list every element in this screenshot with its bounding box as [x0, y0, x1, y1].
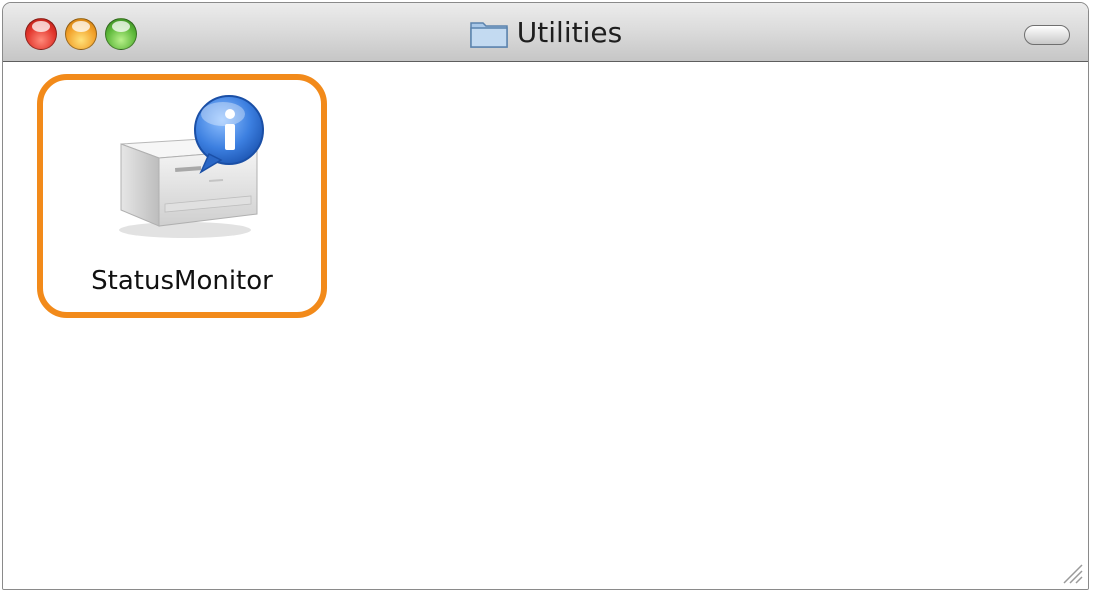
folder-icon	[469, 17, 509, 49]
resize-grip-icon[interactable]	[1056, 557, 1084, 585]
toolbar-toggle-button[interactable]	[1024, 25, 1070, 45]
file-item-statusmonitor[interactable]: StatusMonitor	[37, 74, 327, 318]
window-title-group: Utilities	[3, 16, 1088, 50]
file-item-label: StatusMonitor	[91, 266, 273, 296]
window-title: Utilities	[516, 16, 623, 49]
folder-content-area[interactable]: StatusMonitor	[3, 62, 1088, 589]
finder-window: Utilities StatusMonitor	[2, 2, 1089, 590]
title-bar[interactable]: Utilities	[3, 3, 1088, 62]
printer-info-icon[interactable]	[109, 94, 269, 244]
